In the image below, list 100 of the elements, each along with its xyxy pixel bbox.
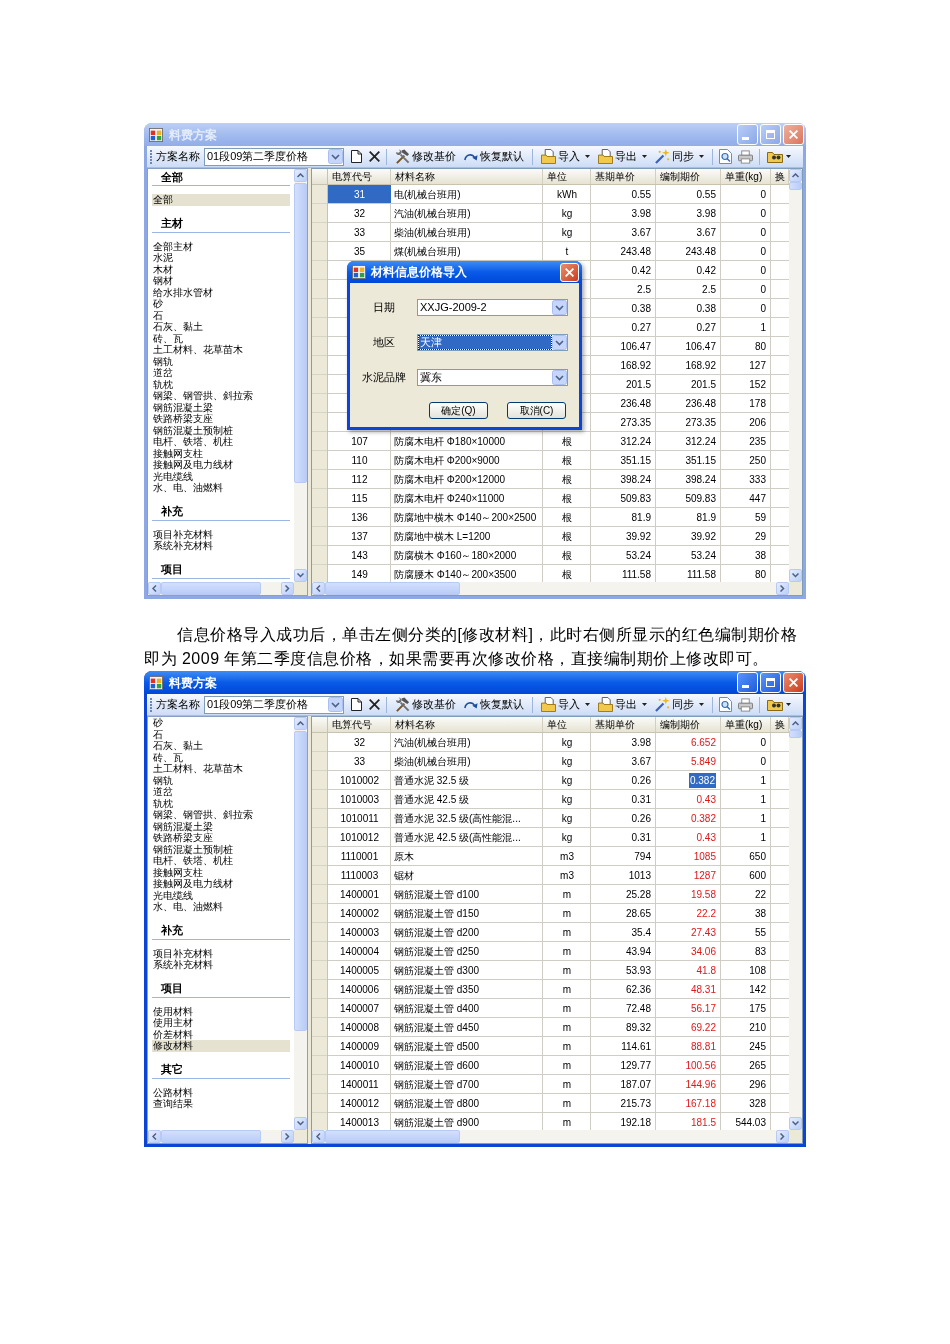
magic-wand-icon xyxy=(655,149,670,164)
chevron-down-icon xyxy=(297,1121,304,1126)
table-cell-text: kg xyxy=(560,792,574,807)
import-button[interactable]: 导入 xyxy=(539,147,592,166)
import-button[interactable]: 导入 xyxy=(539,695,592,714)
table-cell-text: 88.81 xyxy=(689,1039,717,1054)
table-cell-text: 398.24 xyxy=(684,472,717,487)
table-cell-text: 178 xyxy=(748,396,767,411)
field-label: 地区 xyxy=(372,335,396,351)
section-header: 项目 xyxy=(152,561,290,579)
scrollbar-thumb[interactable] xyxy=(325,1130,460,1143)
ok-button[interactable]: 确定(Q) xyxy=(429,402,488,419)
page-magnifier-icon[interactable] xyxy=(719,149,732,164)
scroll-down-button[interactable] xyxy=(789,569,802,582)
column-header[interactable]: 单位 xyxy=(543,717,591,732)
dropdown-field[interactable]: XXJG-2009-2 xyxy=(417,299,568,316)
scheme-combo-box[interactable]: 01段09第二季度价格 xyxy=(204,695,344,714)
column-header[interactable]: 单位 xyxy=(543,169,591,184)
scroll-up-button[interactable] xyxy=(789,717,802,730)
table-cell-text: 2.5 xyxy=(701,282,717,297)
table-cell-text: 111.58 xyxy=(685,567,717,582)
export-button[interactable]: 导出 xyxy=(596,147,649,166)
table-cell-text: 236.48 xyxy=(684,396,717,411)
sidebar-item[interactable]: 全部 xyxy=(152,194,290,206)
table-cell-text: 1010012 xyxy=(339,830,380,845)
table-cell-text: 0 xyxy=(759,244,767,259)
scroll-right-button[interactable] xyxy=(281,1130,294,1143)
section-header: 项目 xyxy=(152,980,290,998)
column-header[interactable]: 材料名称 xyxy=(391,717,543,732)
scrollbar-thumb[interactable] xyxy=(789,730,802,738)
printer-icon[interactable] xyxy=(738,149,753,164)
chevron-left-icon xyxy=(152,585,157,592)
dropdown-field[interactable]: 冀东 xyxy=(417,369,568,386)
restore-default-button[interactable]: 恢复默认 xyxy=(462,695,526,714)
column-header[interactable]: 编制期价 xyxy=(656,169,721,184)
maximize-button[interactable] xyxy=(760,672,781,693)
restore-default-button[interactable]: 恢复默认 xyxy=(462,147,526,166)
scroll-left-button[interactable] xyxy=(312,1130,325,1143)
modify-base-price-button[interactable]: 修改基价 xyxy=(393,695,458,714)
table-cell-text: m3 xyxy=(559,849,575,864)
cross-icon[interactable] xyxy=(369,151,380,162)
scrollbar-thumb[interactable] xyxy=(294,731,307,1031)
modify-base-price-button[interactable]: 修改基价 xyxy=(393,147,458,166)
column-header[interactable]: 基期单价 xyxy=(591,717,656,732)
document-icon[interactable] xyxy=(351,150,362,163)
cross-icon[interactable] xyxy=(369,699,380,710)
hammer-wrench-icon xyxy=(395,697,410,712)
dropdown-field[interactable]: 天津 xyxy=(417,334,568,351)
document-icon[interactable] xyxy=(351,698,362,711)
table-cell-text: 127 xyxy=(748,358,767,373)
column-header[interactable]: 单重(kg) xyxy=(721,169,771,184)
table-cell-text: 152 xyxy=(748,377,767,392)
table-cell-text: 1400011 xyxy=(339,1077,380,1092)
minimize-button[interactable] xyxy=(737,672,758,693)
column-header[interactable]: 基期单价 xyxy=(591,169,656,184)
scroll-right-button[interactable] xyxy=(776,1130,789,1143)
sync-button[interactable]: 同步 xyxy=(653,695,706,714)
table-cell-text: 1010002 xyxy=(339,773,380,788)
scrollbar-thumb[interactable] xyxy=(161,582,261,595)
scroll-down-button[interactable] xyxy=(294,569,307,582)
column-header[interactable]: 编制期价 xyxy=(656,717,721,732)
scroll-down-button[interactable] xyxy=(789,1117,802,1130)
scrollbar-thumb[interactable] xyxy=(294,183,307,483)
scroll-right-button[interactable] xyxy=(776,582,789,595)
scheme-combo-box[interactable]: 01段09第二季度价格 xyxy=(204,147,344,166)
scroll-up-button[interactable] xyxy=(789,169,802,182)
column-header[interactable]: 电算代号 xyxy=(328,717,391,732)
scroll-down-button[interactable] xyxy=(294,1117,307,1130)
column-header[interactable]: 材料名称 xyxy=(391,169,543,184)
table-cell-text: 265 xyxy=(748,1058,767,1073)
close-button[interactable] xyxy=(560,262,579,282)
table-cell-text: 0.43 xyxy=(695,792,717,807)
column-header[interactable]: 电算代号 xyxy=(328,169,391,184)
sidebar-item[interactable]: 修改材料 xyxy=(152,1040,290,1052)
scroll-right-button[interactable] xyxy=(281,582,294,595)
column-header[interactable]: 单重(kg) xyxy=(721,717,771,732)
cancel-button[interactable]: 取消(C) xyxy=(507,402,566,419)
scroll-left-button[interactable] xyxy=(148,1130,161,1143)
page-magnifier-icon[interactable] xyxy=(719,697,732,712)
export-button[interactable]: 导出 xyxy=(596,695,649,714)
table-cell-text: 29 xyxy=(753,529,767,544)
scroll-up-button[interactable] xyxy=(294,717,307,730)
table-cell-text: 22.2 xyxy=(695,906,717,921)
printer-icon[interactable] xyxy=(738,697,753,712)
scroll-left-button[interactable] xyxy=(312,582,325,595)
scrollbar-thumb[interactable] xyxy=(325,582,460,595)
table-cell-text: 1400012 xyxy=(339,1096,380,1111)
table-cell-text: 0.26 xyxy=(630,811,652,826)
scroll-left-button[interactable] xyxy=(148,582,161,595)
scrollbar-thumb[interactable] xyxy=(161,1130,261,1143)
scrollbar-thumb[interactable] xyxy=(789,182,802,190)
chevron-right-icon xyxy=(780,1133,785,1140)
table-cell-text: 1013 xyxy=(627,868,652,883)
sync-button[interactable]: 同步 xyxy=(653,147,706,166)
table-cell-text: 1110001 xyxy=(339,849,380,864)
chevron-left-icon xyxy=(316,1133,321,1140)
table-cell-text: 351.15 xyxy=(619,453,652,468)
close-button[interactable] xyxy=(783,672,804,693)
scroll-up-button[interactable] xyxy=(294,169,307,182)
table-cell-text: 煤(机械台班用) xyxy=(393,244,462,259)
